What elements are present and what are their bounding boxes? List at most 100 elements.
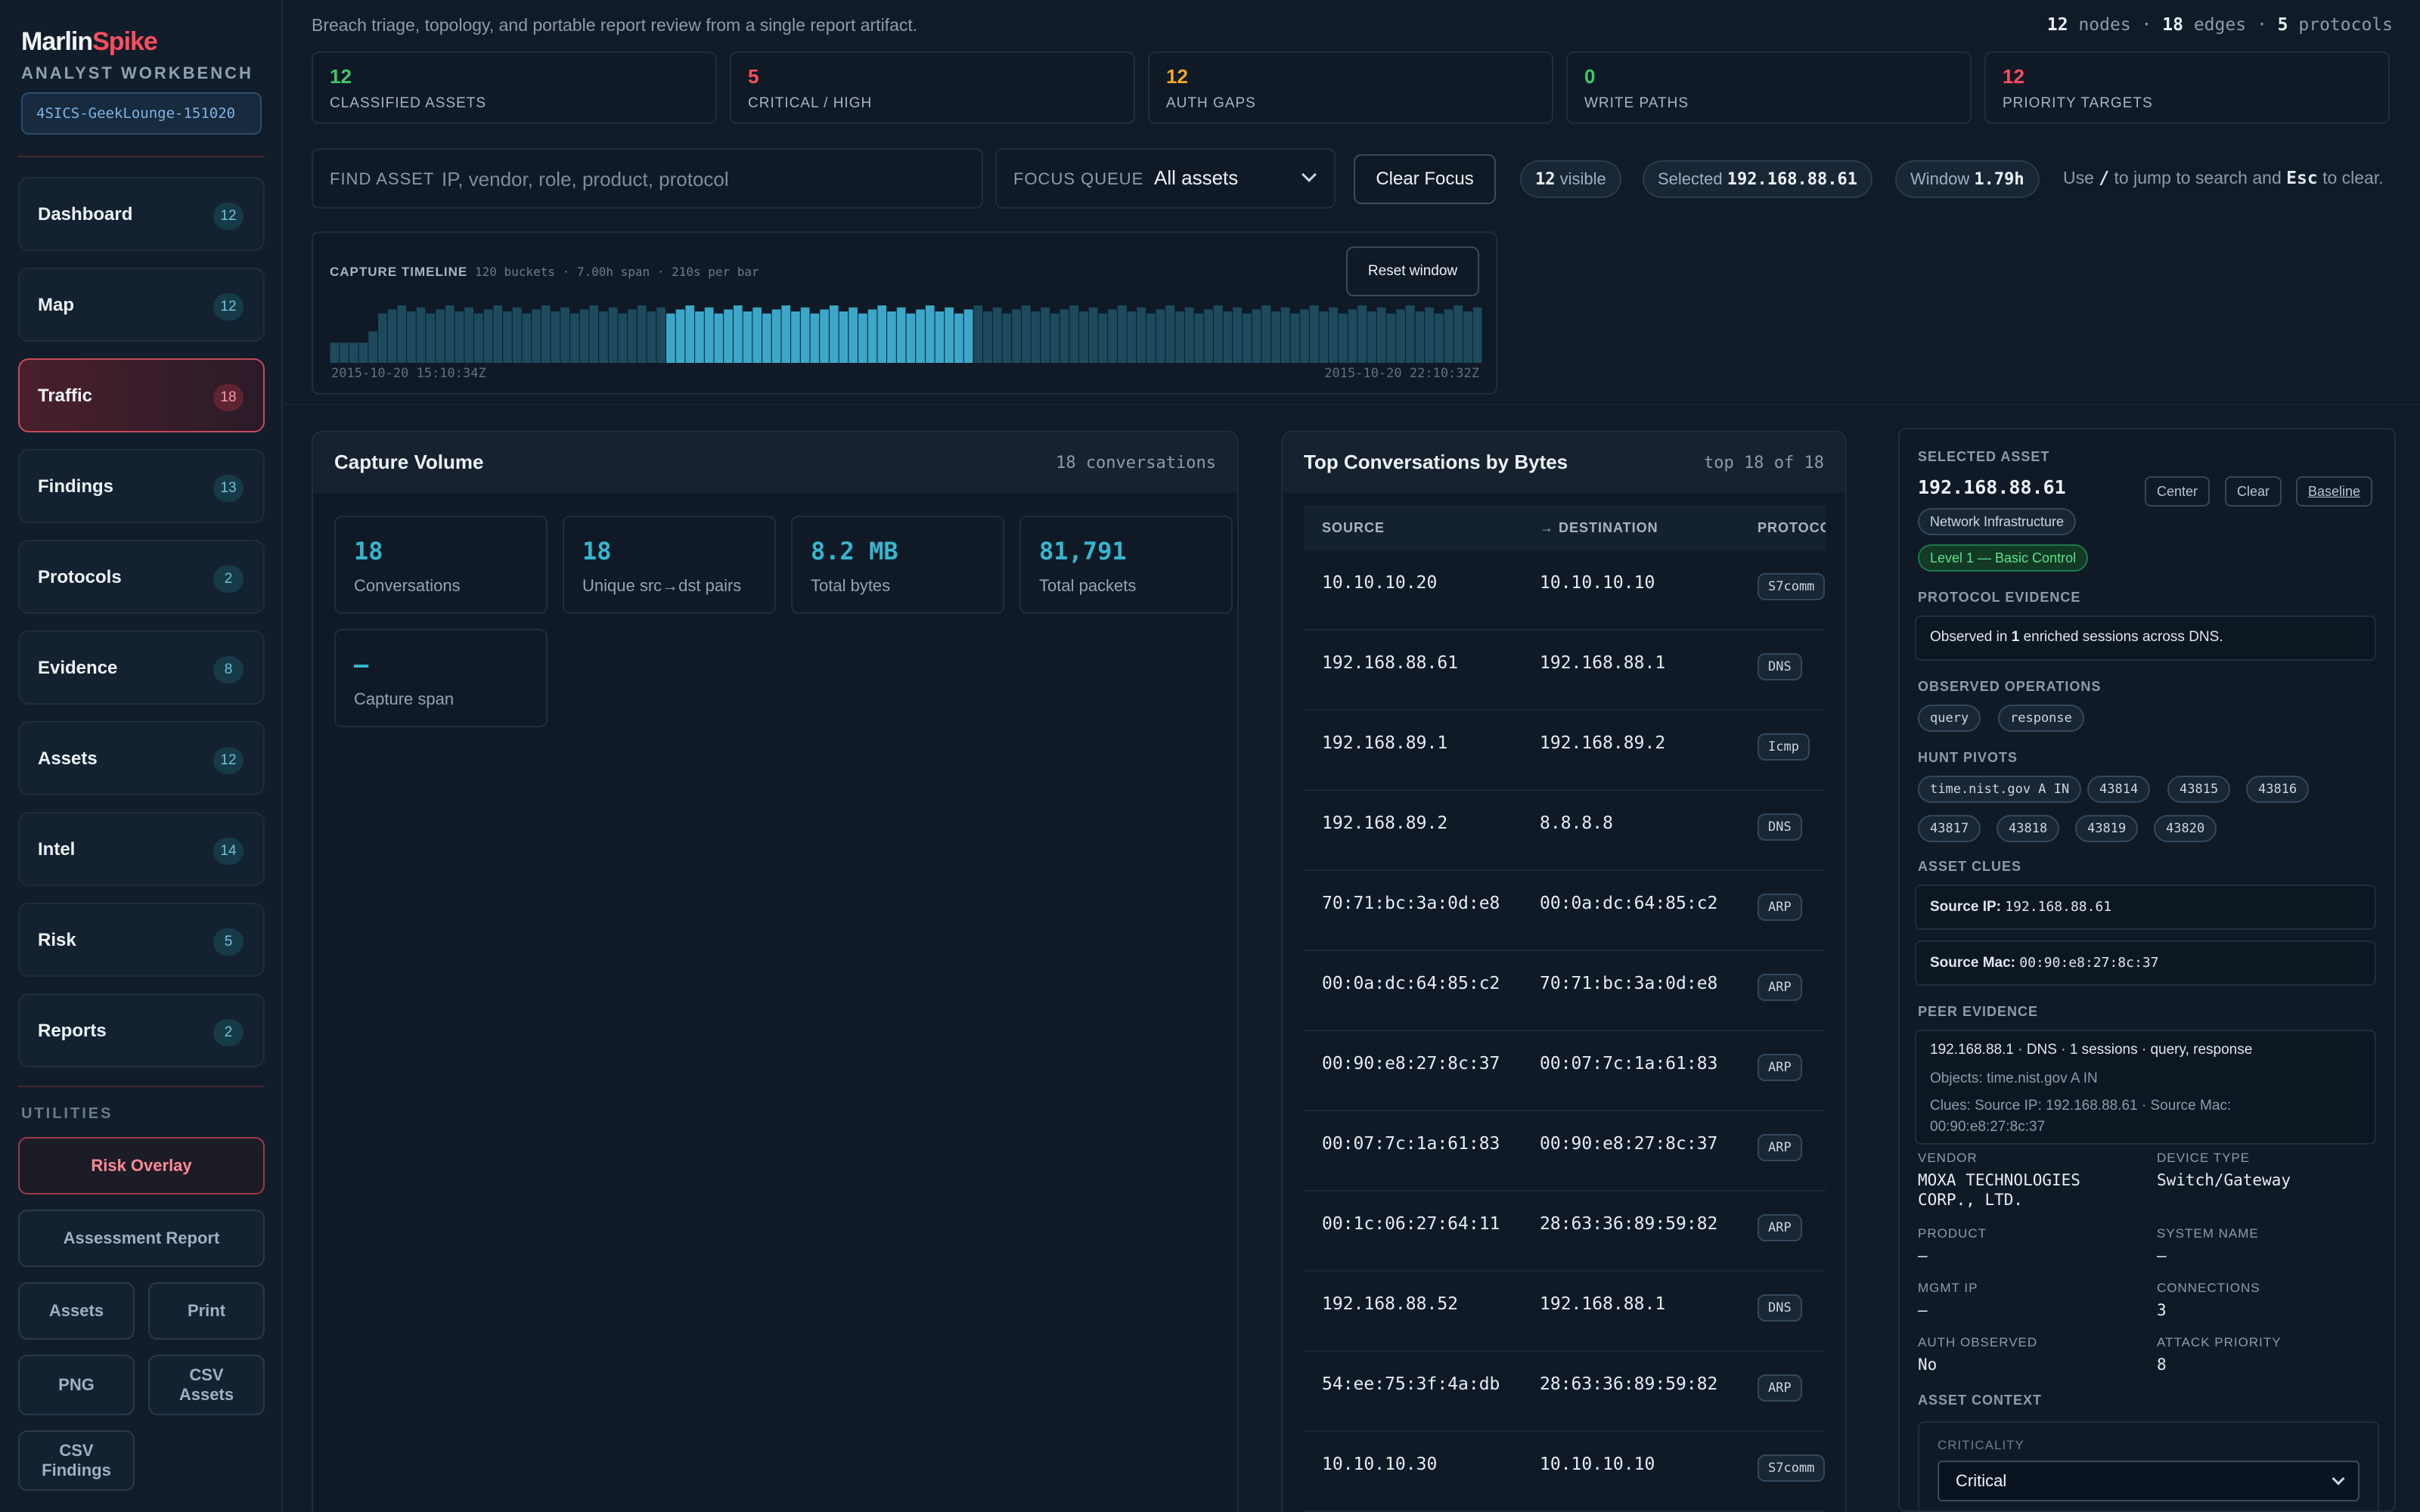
sidebar-item-dashboard[interactable]: Dashboard 12 — [18, 177, 265, 251]
timeline-bar[interactable] — [1463, 311, 1472, 363]
timeline-bar[interactable] — [1223, 311, 1233, 363]
focus-queue-select[interactable]: FOCUS QUEUE All assets — [995, 148, 1336, 209]
timeline-bar[interactable] — [349, 342, 358, 363]
timeline-bar[interactable] — [1300, 309, 1309, 363]
timeline-bar[interactable] — [1127, 311, 1137, 363]
timeline-bar[interactable] — [925, 305, 935, 363]
timeline-bar[interactable] — [378, 313, 387, 363]
sidebar-item-risk[interactable]: Risk 5 — [18, 903, 265, 977]
timeline-bar[interactable] — [752, 307, 762, 363]
timeline-bar[interactable] — [637, 305, 647, 363]
table-row[interactable]: 10.10.10.20 10.10.10.10 S7comm — [1304, 550, 1826, 631]
hunt-pivot-chip[interactable]: 43814 — [2087, 776, 2151, 803]
timeline-bar[interactable] — [436, 309, 445, 363]
timeline-bar[interactable] — [1137, 307, 1146, 363]
find-asset-input[interactable] — [442, 163, 963, 195]
timeline-bar[interactable] — [1435, 313, 1444, 363]
timeline-bar[interactable] — [1079, 311, 1088, 363]
timeline-bar[interactable] — [1243, 313, 1252, 363]
timeline-bar[interactable] — [426, 313, 436, 363]
assessment-report-button[interactable]: Assessment Report — [18, 1210, 265, 1267]
timeline-bar[interactable] — [1098, 313, 1108, 363]
timeline-bar[interactable] — [1021, 305, 1031, 363]
timeline-bar[interactable] — [647, 311, 656, 363]
timeline-bar[interactable] — [1088, 307, 1098, 363]
timeline-bar[interactable] — [1031, 311, 1041, 363]
timeline-bar[interactable] — [992, 307, 1002, 363]
timeline-bar[interactable] — [695, 311, 704, 363]
column-destination[interactable]: → DESTINATION — [1540, 520, 1658, 536]
table-row[interactable]: 70:71:bc:3a:0d:e8 00:0a:dc:64:85:c2 ARP — [1304, 871, 1826, 951]
timeline-bar[interactable] — [906, 313, 916, 363]
timeline-bar[interactable] — [858, 313, 867, 363]
timeline-bar[interactable] — [1041, 307, 1050, 363]
timeline-bar[interactable] — [714, 313, 724, 363]
timeline-bar[interactable] — [1309, 305, 1319, 363]
timeline-bar[interactable] — [493, 305, 503, 363]
timeline-bar[interactable] — [1117, 305, 1127, 363]
hunt-pivot-chip[interactable]: 43815 — [2167, 776, 2231, 803]
timeline-bar[interactable] — [474, 313, 483, 363]
sidebar-item-intel[interactable]: Intel 14 — [18, 812, 265, 886]
sidebar-item-protocols[interactable]: Protocols 2 — [18, 540, 265, 614]
timeline-bar[interactable] — [810, 313, 820, 363]
timeline-bar[interactable] — [1156, 309, 1165, 363]
operation-chip[interactable]: response — [1998, 705, 2084, 732]
timeline-bar[interactable] — [724, 309, 733, 363]
timeline-bar[interactable] — [397, 305, 407, 363]
kpi-card[interactable]: 12 CLASSIFIED ASSETS — [312, 51, 717, 124]
timeline-bar[interactable] — [771, 309, 781, 363]
timeline-bar[interactable] — [608, 307, 618, 363]
timeline-bar[interactable] — [330, 342, 340, 363]
report-id-field[interactable]: 4SICS-GeekLounge-151020 — [21, 92, 262, 135]
timeline-bar[interactable] — [704, 307, 714, 363]
kpi-card[interactable]: 5 CRITICAL / HIGH — [730, 51, 1135, 124]
timeline-bar[interactable] — [1339, 313, 1348, 363]
timeline-bar[interactable] — [685, 305, 695, 363]
timeline-bar[interactable] — [1069, 305, 1079, 363]
table-row[interactable]: 192.168.88.52 192.168.88.1 DNS — [1304, 1272, 1826, 1352]
timeline-bar[interactable] — [839, 311, 849, 363]
hunt-pivot-chip[interactable]: 43820 — [2154, 815, 2217, 842]
timeline-bar[interactable] — [1204, 309, 1213, 363]
table-row[interactable]: 54:ee:75:3f:4a:db 28:63:36:89:59:82 ARP — [1304, 1352, 1826, 1432]
timeline-bar[interactable] — [522, 313, 532, 363]
timeline-histogram[interactable] — [330, 305, 1482, 363]
timeline-bar[interactable] — [368, 331, 377, 363]
table-row[interactable]: 00:1c:06:27:64:11 28:63:36:89:59:82 ARP — [1304, 1191, 1826, 1272]
timeline-bar[interactable] — [762, 313, 771, 363]
timeline-bar[interactable] — [589, 305, 599, 363]
timeline-bar[interactable] — [1252, 309, 1261, 363]
timeline-bar[interactable] — [340, 342, 349, 363]
timeline-bar[interactable] — [1386, 313, 1396, 363]
table-row[interactable]: 00:07:7c:1a:61:83 00:90:e8:27:8c:37 ARP — [1304, 1111, 1826, 1191]
timeline-bar[interactable] — [1319, 311, 1329, 363]
timeline-bar[interactable] — [1261, 305, 1271, 363]
timeline-bar[interactable] — [1233, 307, 1242, 363]
timeline-bar[interactable] — [887, 311, 896, 363]
timeline-bar[interactable] — [781, 305, 791, 363]
timeline-bar[interactable] — [1012, 309, 1021, 363]
timeline-bar[interactable] — [1271, 311, 1280, 363]
hunt-pivot-chip[interactable]: 43816 — [2246, 776, 2310, 803]
timeline-bar[interactable] — [743, 311, 752, 363]
timeline-bar[interactable] — [820, 309, 829, 363]
timeline-bar[interactable] — [1175, 311, 1184, 363]
timeline-bar[interactable] — [1050, 313, 1060, 363]
timeline-bar[interactable] — [599, 311, 608, 363]
timeline-bar[interactable] — [1396, 309, 1405, 363]
timeline-bar[interactable] — [1425, 307, 1434, 363]
kpi-card[interactable]: 12 AUTH GAPS — [1148, 51, 1553, 124]
timeline-bar[interactable] — [675, 309, 685, 363]
timeline-bar[interactable] — [579, 309, 589, 363]
timeline-bar[interactable] — [628, 309, 637, 363]
print-button[interactable]: Print — [148, 1282, 265, 1340]
timeline-bar[interactable] — [877, 305, 887, 363]
export-assets-button[interactable]: Assets — [18, 1282, 135, 1340]
timeline-bar[interactable] — [551, 311, 560, 363]
timeline-bar[interactable] — [896, 307, 906, 363]
timeline-bar[interactable] — [800, 307, 810, 363]
timeline-bar[interactable] — [1357, 305, 1367, 363]
column-protocol[interactable]: PROTOCO — [1758, 520, 1826, 536]
sidebar-item-evidence[interactable]: Evidence 8 — [18, 631, 265, 705]
